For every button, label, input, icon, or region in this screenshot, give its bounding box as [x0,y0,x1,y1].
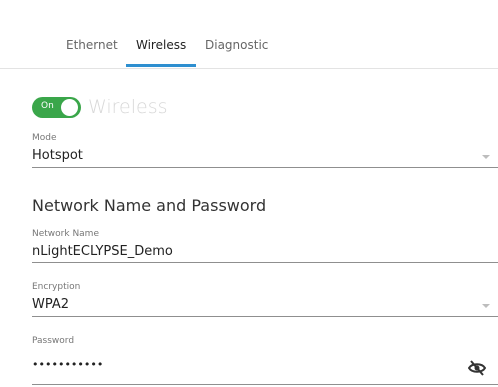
mode-select[interactable]: Hotspot [32,148,83,163]
section-title: Network Name and Password [32,196,267,215]
wireless-toggle-label: Wireless [88,96,168,118]
tab-ethernet[interactable]: Ethernet [66,38,118,52]
mode-underline [32,167,498,168]
encryption-select[interactable]: WPA2 [32,297,69,312]
tab-bar: Ethernet Wireless Diagnostic [0,0,498,69]
encryption-label: Encryption [32,282,81,292]
network-name-input[interactable]: nLightECLYPSE_Demo [32,244,173,259]
encryption-dropdown-arrow-icon[interactable] [482,304,490,308]
password-underline [32,384,498,385]
tab-wireless[interactable]: Wireless [136,38,186,52]
eye-slash-icon[interactable] [467,360,487,376]
mode-label: Mode [32,133,57,143]
password-label: Password [32,336,75,346]
mode-dropdown-arrow-icon[interactable] [482,155,490,159]
toggle-knob [61,99,78,116]
network-name-label: Network Name [32,229,99,239]
toggle-state-text: On [41,101,54,111]
wireless-settings-page: Ethernet Wireless Diagnostic On Wireless… [0,0,498,387]
active-tab-indicator [126,64,196,67]
network-name-underline [32,262,498,263]
password-input[interactable]: ••••••••••• [32,358,103,371]
encryption-underline [32,316,498,317]
tab-diagnostic[interactable]: Diagnostic [205,38,268,52]
wireless-toggle[interactable]: On [32,97,81,118]
